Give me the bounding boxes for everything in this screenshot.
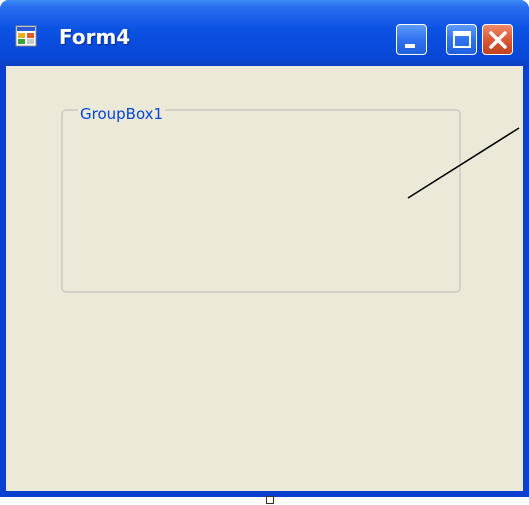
resize-handle[interactable]	[266, 496, 274, 504]
maximize-icon	[453, 31, 471, 48]
close-icon	[489, 31, 507, 49]
form-app-icon	[15, 25, 37, 47]
title-bar[interactable]: Form4	[0, 0, 529, 66]
maximize-button[interactable]	[446, 24, 477, 55]
window-bottom-border	[0, 491, 529, 497]
groupbox-caption: GroupBox1	[78, 104, 166, 124]
minimize-icon	[405, 44, 415, 48]
window-title: Form4	[59, 25, 131, 49]
close-button[interactable]	[482, 24, 513, 55]
groupbox	[61, 109, 461, 293]
minimize-button[interactable]	[396, 24, 427, 55]
